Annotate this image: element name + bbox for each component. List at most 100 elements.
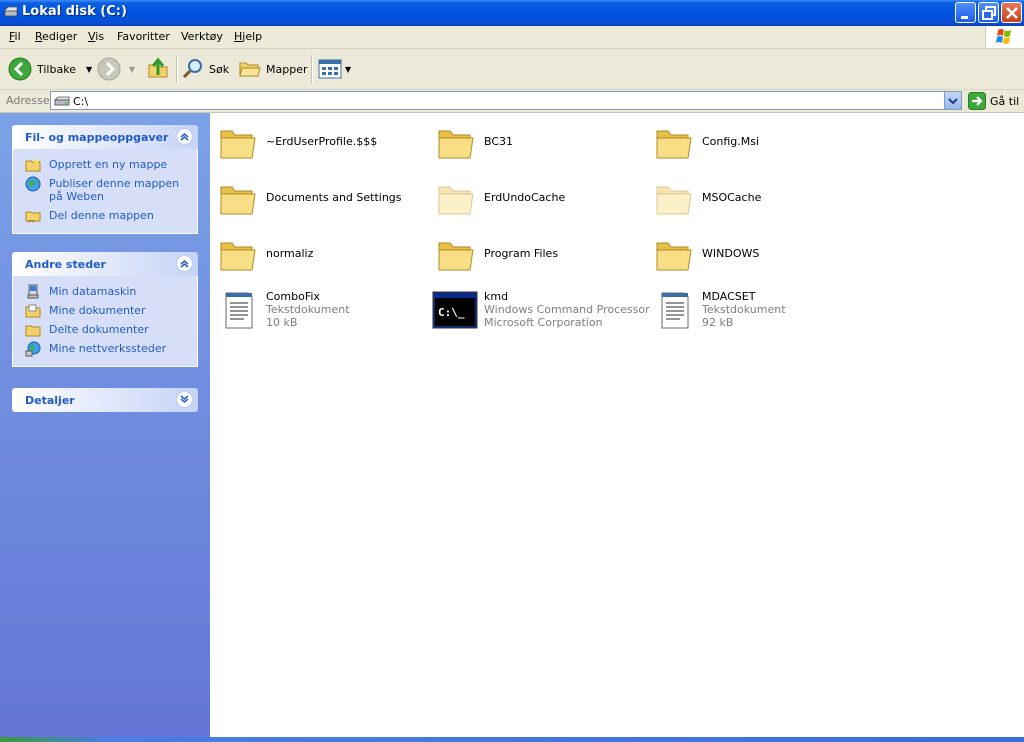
folders-button[interactable]: Mapper [238, 55, 308, 83]
command-prompt-icon: C:\_ [432, 291, 478, 329]
panel-header[interactable]: Andre steder [12, 252, 198, 276]
place-label: Mine nettverkssteder [49, 342, 167, 355]
chevron-up-icon [180, 133, 189, 141]
folder-item[interactable]: Documents and Settings [218, 179, 428, 229]
task-publish-folder[interactable]: Publiser denne mappen på Weben [13, 174, 197, 206]
folder-item[interactable]: Program Files [436, 235, 646, 285]
forward-dropdown-icon[interactable]: ▼ [129, 65, 135, 74]
views-icon [318, 59, 342, 79]
menu-tools-label: erktøy [187, 30, 223, 43]
up-button[interactable] [146, 55, 170, 83]
folder-item[interactable]: BC31 [436, 123, 646, 173]
place-my-documents[interactable]: Mine dokumenter [13, 301, 197, 320]
views-dropdown-icon[interactable]: ▼ [345, 65, 351, 74]
folder-icon [220, 186, 256, 215]
file-item[interactable]: C:\_ kmd Windows Command Processor Micro… [432, 290, 652, 338]
chevron-down-icon [180, 395, 189, 403]
chevron-up-icon [180, 260, 189, 268]
folder-item[interactable]: WINDOWS [654, 235, 864, 285]
collapse-button[interactable] [176, 128, 193, 145]
other-places-panel: Andre steder Min datamaskin Mine dokumen… [12, 252, 198, 367]
menu-file[interactable]: Fil [9, 30, 21, 43]
menu-favorites-label: avoritter [122, 30, 170, 43]
folder-item[interactable]: normaliz [218, 235, 428, 285]
go-button[interactable]: Gå til [968, 92, 1019, 110]
collapse-button[interactable] [176, 255, 193, 272]
address-value: C:\ [73, 95, 89, 108]
panel-body: Min datamaskin Mine dokumenter Delte dok… [12, 276, 198, 367]
back-label: Tilbake [37, 62, 76, 76]
menu-edit-label: ediger [42, 30, 78, 43]
hidden-folder-icon [438, 186, 474, 215]
views-button[interactable]: ▼ [318, 55, 351, 83]
address-dropdown-button[interactable] [944, 92, 961, 109]
menu-view-label: is [95, 30, 105, 43]
documents-folder-icon [25, 304, 41, 318]
place-label: Delte dokumenter [49, 323, 149, 336]
taskbar-edge [0, 737, 1024, 742]
share-folder-icon [25, 211, 41, 223]
task-label: Opprett en ny mappe [49, 158, 168, 171]
menu-favorites[interactable]: Favoritter [117, 30, 170, 43]
hidden-folder-item[interactable]: ErdUndoCache [436, 179, 646, 229]
close-button[interactable] [1001, 2, 1022, 23]
shared-folder-icon [25, 325, 41, 337]
place-shared-documents[interactable]: Delte dokumenter [13, 320, 197, 339]
minimize-icon [961, 16, 968, 19]
new-folder-icon [25, 158, 41, 172]
item-type: Tekstdokument [266, 303, 350, 316]
item-company: Microsoft Corporation [484, 316, 603, 329]
restore-button[interactable] [978, 2, 999, 23]
item-size: 10 kB [266, 316, 298, 329]
menu-tools-accel: V [181, 30, 188, 43]
window-title: Lokal disk (C:) [22, 4, 127, 19]
search-button[interactable]: Søk [181, 55, 229, 83]
title-bar[interactable]: Lokal disk (C:) [0, 0, 1024, 26]
file-item[interactable]: MDACSET Tekstdokument 92 kB [654, 290, 864, 338]
back-dropdown-icon[interactable]: ▼ [86, 65, 92, 74]
menu-help[interactable]: Hjelp [234, 30, 262, 43]
task-new-folder[interactable]: Opprett en ny mappe [13, 155, 197, 174]
search-label: Søk [209, 62, 230, 76]
file-item[interactable]: ComboFix Tekstdokument 10 kB [218, 290, 428, 338]
back-button[interactable]: Tilbake ▼ [8, 55, 92, 83]
task-label: Del denne mappen [49, 209, 154, 222]
hidden-folder-item[interactable]: MSOCache [654, 179, 864, 229]
folder-icon [656, 242, 692, 271]
file-view: ~ErdUserProfile.$$$ BC31 Config.Msi Docu… [210, 113, 1024, 742]
address-label: Adresse [6, 94, 50, 107]
drive-icon [54, 96, 70, 106]
menu-file-label: il [14, 30, 21, 43]
expand-button[interactable] [176, 391, 193, 408]
toolbar-separator [311, 55, 313, 83]
menu-tools[interactable]: Verktøy [181, 30, 223, 43]
task-share-folder[interactable]: Del denne mappen [13, 206, 197, 225]
folder-item[interactable]: Config.Msi [654, 123, 864, 173]
folder-item[interactable]: ~ErdUserProfile.$$$ [218, 123, 428, 173]
place-network[interactable]: Mine nettverkssteder [13, 339, 197, 358]
globe-icon [25, 176, 41, 192]
panel-title: Fil- og mappeoppgaver [25, 131, 169, 144]
menu-help-label: jelp [242, 30, 263, 43]
cmd-icon-text: C:\_ [438, 306, 465, 319]
item-description: Windows Command Processor [484, 303, 650, 316]
place-my-computer[interactable]: Min datamaskin [13, 282, 197, 301]
menu-view[interactable]: Vis [88, 30, 104, 43]
panel-title: Detaljer [25, 394, 75, 407]
panel-header[interactable]: Detaljer [12, 388, 198, 412]
address-bar: Adresse C:\ Gå til [0, 90, 1024, 113]
forward-arrow-icon [97, 57, 121, 81]
folder-icon [220, 242, 256, 271]
item-name: MDACSET [702, 290, 756, 303]
place-label: Mine dokumenter [49, 304, 146, 317]
folder-icon [220, 130, 256, 159]
menu-edit[interactable]: Rediger [35, 30, 77, 43]
minimize-button[interactable] [955, 2, 976, 23]
folder-icon [438, 130, 474, 159]
chevron-down-icon [948, 98, 958, 105]
folder-icon [656, 130, 692, 159]
file-folder-tasks-panel: Fil- og mappeoppgaver Opprett en ny mapp… [12, 125, 198, 234]
panel-header[interactable]: Fil- og mappeoppgaver [12, 125, 198, 149]
forward-button[interactable]: ▼ [97, 55, 135, 83]
address-input[interactable]: C:\ [50, 91, 962, 110]
